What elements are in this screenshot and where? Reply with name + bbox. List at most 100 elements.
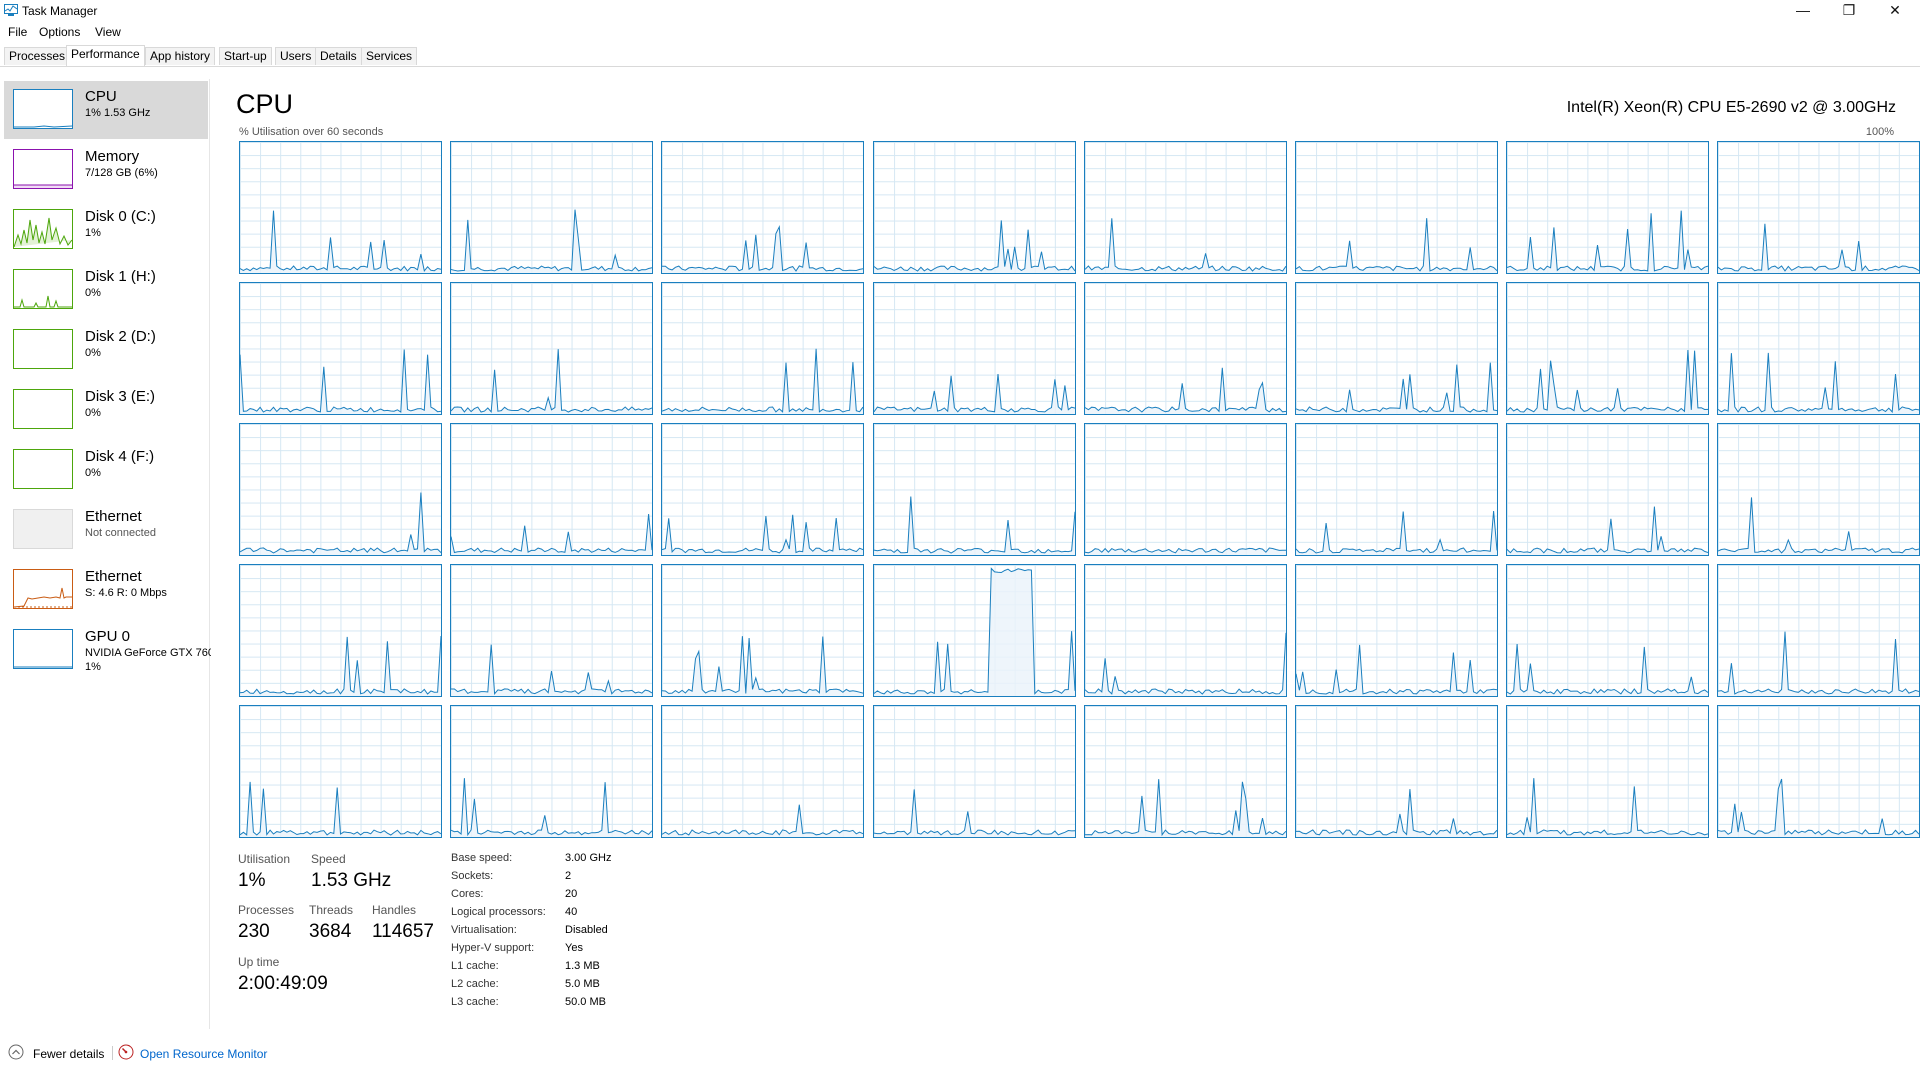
- utilisation-area: [873, 789, 1075, 837]
- sidebar-item-value-2: 1%: [85, 661, 101, 673]
- utilisation-area: [1718, 352, 1920, 414]
- utilisation-trace: [451, 644, 653, 696]
- speed-label: Speed: [311, 852, 346, 866]
- utilisation-area: [1084, 779, 1286, 837]
- logical-processor-graph: [1506, 282, 1710, 415]
- utilisation-area: [1296, 362, 1497, 414]
- spec-label: Base speed:: [451, 852, 513, 864]
- utilisation-area: [240, 636, 441, 696]
- open-resource-monitor-link[interactable]: Open Resource Monitor: [140, 1047, 267, 1061]
- utilisation-line: [873, 567, 1075, 695]
- sidebar-item-disk-4[interactable]: Disk 4 (F:) 0%: [4, 441, 208, 499]
- menu-view[interactable]: View: [95, 25, 121, 39]
- uptime-label: Up time: [238, 955, 280, 969]
- spec-label: Sockets:: [451, 870, 494, 882]
- memory-thumbnail-graph: [13, 149, 73, 189]
- threads-value: 3684: [309, 921, 352, 942]
- utilisation-trace: [1718, 497, 1920, 555]
- utilisation-line: [240, 349, 441, 413]
- sidebar-item-value: 0%: [85, 467, 101, 479]
- title-bar: Task Manager — ❐ ✕: [0, 0, 1920, 22]
- logical-processor-graph: [1083, 282, 1287, 415]
- logical-processor-graph: [1083, 141, 1287, 274]
- utilisation-area: [451, 209, 653, 273]
- sidebar-item-ethernet-disconnected[interactable]: Ethernet Not connected: [4, 501, 208, 559]
- tab-details[interactable]: Details: [315, 47, 362, 65]
- fewer-details-link[interactable]: Fewer details: [33, 1047, 104, 1061]
- close-button[interactable]: ✕: [1872, 0, 1918, 22]
- spec-label: Logical processors:: [451, 906, 546, 918]
- utilisation-trace: [240, 492, 441, 555]
- minimize-button[interactable]: —: [1780, 0, 1826, 22]
- utilisation-area: [1718, 779, 1920, 837]
- menu-options[interactable]: Options: [39, 25, 80, 39]
- logical-processor-graph: [1295, 141, 1498, 274]
- utilisation-area: [1718, 631, 1920, 696]
- spec-label: L1 cache:: [451, 960, 499, 972]
- utilisation-trace: [451, 513, 653, 555]
- utilisation-line: [1507, 778, 1709, 836]
- logical-processor-graph: [450, 564, 654, 697]
- disk-thumbnail-graph: [13, 269, 73, 309]
- utilisation-trace: [240, 781, 441, 837]
- utilisation-line: [1507, 349, 1709, 413]
- sidebar-item-disk-3[interactable]: Disk 3 (E:) 0%: [4, 381, 208, 439]
- logical-processor-graph: [1295, 564, 1498, 697]
- chevron-up-circle-icon[interactable]: [8, 1044, 24, 1060]
- tab-app-history[interactable]: App history: [145, 47, 216, 65]
- spec-value: 3.00 GHz: [565, 852, 612, 864]
- graph-caption: % Utilisation over 60 seconds: [239, 126, 384, 138]
- sidebar-item-value: 1% 1.53 GHz: [85, 107, 151, 119]
- logical-processor-graph: [450, 423, 654, 556]
- tab-performance[interactable]: Performance: [66, 45, 145, 66]
- spec-value: 5.0 MB: [565, 978, 600, 990]
- sidebar-item-disk-2[interactable]: Disk 2 (D:) 0%: [4, 321, 208, 379]
- footer-divider: [112, 1046, 113, 1060]
- utilisation-line: [1718, 497, 1920, 554]
- utilisation-trace: [1296, 789, 1497, 837]
- utilisation-area: [1718, 223, 1920, 273]
- sidebar-item-memory[interactable]: Memory 7/128 GB (6%): [4, 141, 208, 199]
- sidebar-item-disk-1[interactable]: Disk 1 (H:) 0%: [4, 261, 208, 319]
- logical-processor-graph: [450, 705, 654, 838]
- logical-processor-graph: [1506, 423, 1710, 556]
- utilisation-trace: [662, 636, 864, 696]
- utilisation-line: [662, 514, 864, 554]
- utilisation-line: [873, 496, 1075, 554]
- sidebar-item-disk-0[interactable]: Disk 0 (C:) 1%: [4, 201, 208, 259]
- utilisation-line: [662, 224, 864, 272]
- resource-monitor-icon[interactable]: [118, 1044, 134, 1060]
- logical-processor-graph: [872, 564, 1076, 697]
- utilisation-line: [451, 349, 653, 414]
- tab-processes[interactable]: Processes: [4, 47, 71, 65]
- utilisation-trace: [1084, 632, 1286, 696]
- spec-value: 20: [565, 888, 578, 900]
- utilisation-area: [873, 496, 1075, 555]
- sidebar-item-gpu[interactable]: GPU 0 NVIDIA GeForce GTX 760 1%: [4, 621, 211, 679]
- logical-processor-graph: [1717, 141, 1920, 274]
- spec-value: Yes: [565, 942, 583, 954]
- sidebar-item-label: CPU: [85, 88, 117, 105]
- sidebar-item-cpu[interactable]: CPU 1% 1.53 GHz: [4, 81, 208, 139]
- logical-processor-graph: [872, 141, 1076, 274]
- restore-button[interactable]: ❐: [1826, 0, 1872, 22]
- tab-startup[interactable]: Start-up: [219, 47, 272, 65]
- sidebar-item-value: Not connected: [85, 527, 156, 539]
- menu-file[interactable]: File: [8, 25, 27, 39]
- spec-value: Disabled: [565, 924, 608, 936]
- sidebar-item-ethernet[interactable]: Ethernet S: 4.6 R: 0 Mbps: [4, 561, 208, 619]
- utilisation-trace: [1084, 547, 1286, 555]
- utilisation-trace: [240, 210, 441, 273]
- utilisation-trace: [662, 348, 864, 414]
- utilisation-trace: [1507, 210, 1709, 273]
- utilisation-trace: [662, 514, 864, 555]
- tab-users[interactable]: Users: [275, 47, 317, 65]
- logical-processor-graph: [661, 423, 865, 556]
- utilisation-line: [662, 636, 864, 694]
- utilisation-area: [873, 568, 1075, 696]
- logical-processor-graph: [1083, 705, 1287, 838]
- tab-services[interactable]: Services: [361, 47, 418, 65]
- utilisation-line: [240, 210, 441, 273]
- utilisation-area: [662, 226, 864, 273]
- spec-value: 40: [565, 906, 578, 918]
